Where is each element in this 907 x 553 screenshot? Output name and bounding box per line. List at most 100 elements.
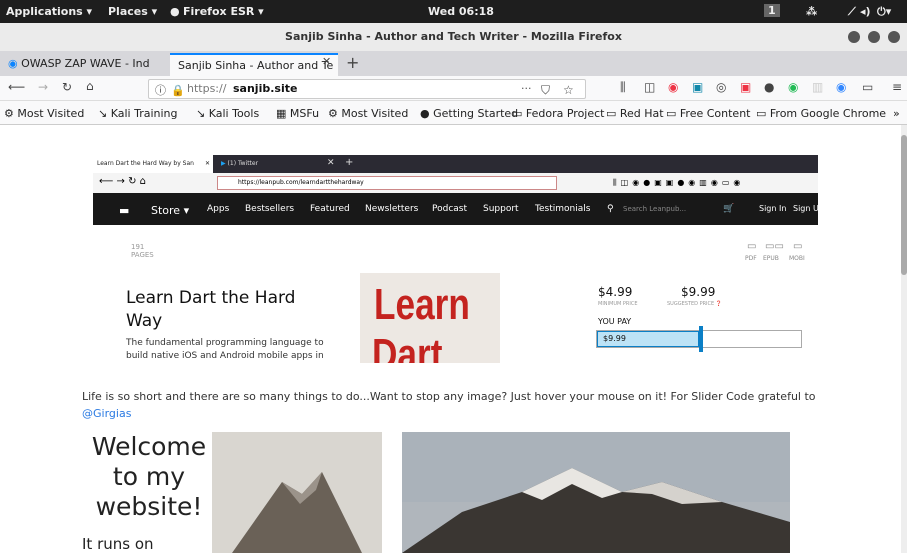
format-epub: EPUB bbox=[763, 255, 779, 262]
runs-on-text: It runs on bbox=[82, 535, 154, 553]
minimize-button[interactable] bbox=[848, 31, 860, 43]
page-scrollbar[interactable] bbox=[901, 125, 907, 553]
hover-notice: Life is so short and there are so many t… bbox=[82, 388, 822, 422]
scrollbar-thumb[interactable] bbox=[901, 135, 907, 275]
book-title: Learn Dart the Hard Way bbox=[126, 288, 296, 331]
screenshot-icon[interactable]: ▭ bbox=[862, 80, 873, 94]
bookmark-from-google-chrome[interactable]: ▭ From Google Chrome bbox=[756, 107, 886, 120]
extension-icon[interactable]: ▣ bbox=[740, 80, 751, 94]
bookmark-label: Getting Started bbox=[433, 107, 519, 120]
navigation-toolbar: ⟵ → ↻ ⌂ ⓘ 🔒 https:// sanjib.site ··· ⛉ ☆… bbox=[0, 76, 907, 101]
info-icon[interactable]: ⓘ bbox=[155, 82, 166, 100]
min-price: $4.99 bbox=[598, 285, 633, 299]
mountain-illustration bbox=[232, 472, 362, 553]
mountain-photo-right[interactable] bbox=[402, 432, 790, 553]
back-icon[interactable]: ⟵ bbox=[8, 80, 25, 94]
tab-owasp[interactable]: ◉ OWASP ZAP WAVE - Ind bbox=[0, 53, 168, 76]
extension-icon[interactable]: ◉ bbox=[836, 80, 846, 94]
window-title: Sanjib Sinha - Author and Tech Writer - … bbox=[285, 30, 622, 43]
bookmark-kali-training[interactable]: ↘ Kali Training bbox=[98, 107, 178, 120]
clock[interactable]: Wed 06:18 bbox=[428, 5, 494, 18]
girgias-link[interactable]: @Girgias bbox=[82, 407, 131, 420]
reload-icon[interactable]: ↻ bbox=[62, 80, 72, 94]
pay-slider: $9.99 bbox=[596, 326, 802, 352]
extension-icon[interactable]: ◉ bbox=[668, 80, 678, 94]
notice-text: Life is so short and there are so many t… bbox=[82, 390, 816, 403]
places-menu[interactable]: Places ▾ bbox=[108, 5, 157, 18]
suggested-price: $9.99 bbox=[681, 285, 716, 299]
search-icon: ⚲ bbox=[607, 204, 614, 214]
mountain-photo-left[interactable] bbox=[212, 432, 382, 553]
cover-title-line1: Learn bbox=[374, 280, 470, 329]
back-icon: ⟵ → ↻ ⌂ bbox=[99, 176, 146, 187]
library-icon[interactable]: ⫼ bbox=[620, 80, 626, 95]
applications-menu[interactable]: Applications ▾ bbox=[6, 5, 92, 18]
url-scheme: https:// bbox=[187, 82, 227, 95]
pdf-icon: ▭ bbox=[747, 241, 757, 252]
leanpub-menu-bar: ▬ Store ▾ Apps Bestsellers Featured News… bbox=[93, 193, 818, 225]
tab-strip: ◉ OWASP ZAP WAVE - Ind ✕ Sanjib Sinha - … bbox=[0, 51, 907, 119]
extension-icon[interactable]: ● bbox=[764, 80, 774, 94]
menu-bestsellers: Bestsellers bbox=[245, 204, 295, 214]
toolbar-icons: ⫼◫◉●▣▣●◉▥◉▭◉ bbox=[613, 178, 745, 187]
pages-count: 191 bbox=[131, 243, 145, 251]
address-bar[interactable]: ⓘ 🔒 https:// sanjib.site ··· ⛉ ☆ bbox=[148, 79, 586, 99]
help-icon: ❓ bbox=[715, 301, 723, 307]
page-actions-menu[interactable]: ··· bbox=[521, 80, 532, 98]
lock-icon: 🔒 bbox=[171, 84, 185, 97]
extension-icon[interactable]: ▣ bbox=[692, 80, 703, 94]
screen: Applications ▾ Places ▾ ● Firefox ESR ▾ … bbox=[0, 0, 907, 553]
menu-apps: Apps bbox=[207, 204, 230, 214]
mountain-illustration bbox=[402, 432, 790, 553]
power-icon[interactable]: ⏻▾ bbox=[877, 5, 891, 19]
home-icon[interactable]: ⌂ bbox=[86, 79, 94, 93]
menu-store: Store ▾ bbox=[151, 204, 190, 217]
bookmark-label: MSFu bbox=[289, 107, 320, 120]
mobi-icon: ▭ bbox=[793, 241, 803, 252]
bookmark-most-visited-2[interactable]: ⚙ Most Visited bbox=[328, 107, 408, 120]
embedded-tab-strip: Learn Dart the Hard Way by San ✕ ▶ (1) T… bbox=[93, 155, 818, 173]
bookmark-red-hat[interactable]: ▭ Red Hat bbox=[606, 107, 664, 120]
extension-icon[interactable]: ◎ bbox=[716, 80, 726, 94]
cart-icon: 🛒 bbox=[723, 204, 735, 214]
twitter-icon: ▶ bbox=[221, 160, 226, 167]
bookmarks-overflow-icon[interactable]: » bbox=[893, 107, 900, 120]
pocket-icon[interactable]: ⛉ bbox=[541, 81, 550, 99]
firefox-app-menu[interactable]: Firefox ESR ▾ bbox=[183, 5, 264, 18]
cover-title-line2: Dart the bbox=[372, 330, 443, 364]
network-icon[interactable]: ⟋ bbox=[848, 5, 856, 19]
hamburger-menu-icon[interactable]: ≡ bbox=[892, 80, 902, 94]
sidebar-icon[interactable]: ◫ bbox=[644, 80, 655, 94]
bookmark-msfu[interactable]: ▦ MSFu bbox=[276, 107, 319, 120]
bookmark-label: Kali Tools bbox=[208, 107, 260, 120]
bookmark-fedora-project[interactable]: ▭ Fedora Project bbox=[512, 107, 605, 120]
search-placeholder: Search Leanpub... bbox=[623, 205, 687, 213]
workspace-switcher-icon[interactable]: ⁂ bbox=[806, 5, 817, 18]
bookmark-label: Fedora Project bbox=[525, 107, 605, 120]
extension-icon[interactable]: ▥ bbox=[812, 80, 823, 94]
tab-sanjib[interactable]: Sanjib Sinha - Author and Te bbox=[170, 53, 338, 76]
workspace-indicator[interactable]: 1 bbox=[764, 4, 780, 17]
bookmark-star-icon[interactable]: ☆ bbox=[563, 81, 574, 99]
menu-testimonials: Testimonials bbox=[535, 204, 591, 214]
tab-label: Sanjib Sinha - Author and Te bbox=[178, 59, 334, 72]
extension-icon[interactable]: ◉ bbox=[788, 80, 798, 94]
pay-value: $9.99 bbox=[603, 334, 626, 343]
min-price-label: MINIMUM PRICE bbox=[598, 301, 638, 307]
bookmark-kali-tools[interactable]: ↘ Kali Tools bbox=[196, 107, 259, 120]
menu-newsletters: Newsletters bbox=[365, 204, 419, 214]
forward-icon[interactable]: → bbox=[38, 80, 48, 94]
close-window-button[interactable] bbox=[888, 31, 900, 43]
volume-icon[interactable]: ◂) bbox=[860, 5, 871, 18]
bookmark-free-content[interactable]: ▭ Free Content bbox=[666, 107, 750, 120]
book-cover-image: Learn Dart the bbox=[360, 273, 500, 363]
bookmark-label: Red Hat bbox=[619, 107, 664, 120]
new-tab-icon[interactable]: + bbox=[346, 53, 359, 72]
you-pay-label: YOU PAY bbox=[598, 317, 632, 326]
bookmark-getting-started[interactable]: ● Getting Started bbox=[420, 107, 518, 120]
maximize-button[interactable] bbox=[868, 31, 880, 43]
close-tab-icon[interactable]: ✕ bbox=[322, 55, 331, 68]
embedded-screenshot-image: Learn Dart the Hard Way by San ✕ ▶ (1) T… bbox=[93, 155, 818, 363]
bookmark-most-visited[interactable]: ⚙ Most Visited bbox=[4, 107, 84, 120]
new-tab-icon: + bbox=[345, 157, 354, 168]
